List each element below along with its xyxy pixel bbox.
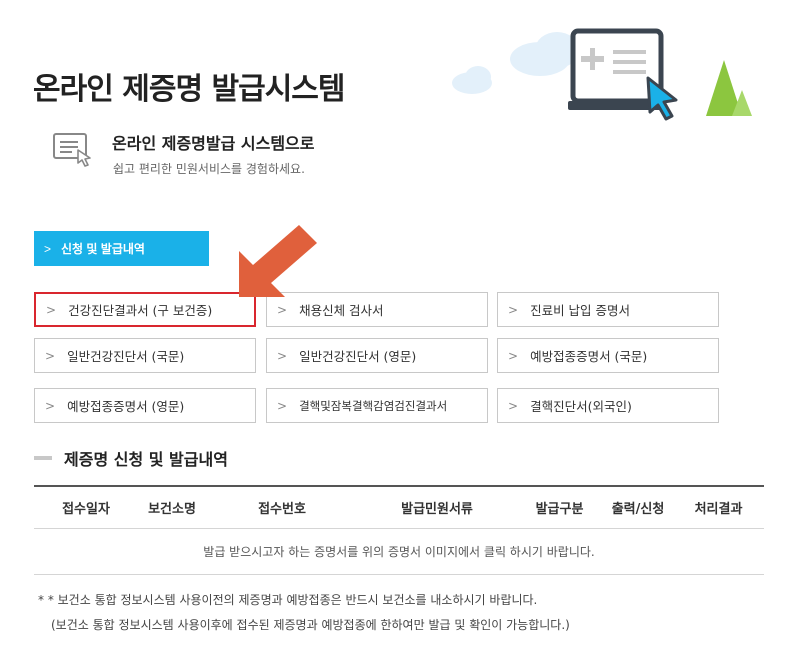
cloud-decoration: [465, 66, 491, 88]
cert-medical-payment-button[interactable]: > 진료비 납입 증명서: [497, 292, 719, 327]
chevron-right-icon: >: [277, 348, 288, 363]
page-title: 온라인 제증명 발급시스템: [33, 72, 345, 107]
table-empty-message: 발급 받으시고자 하는 증명서를 위의 증명서 이미지에서 클릭 하시기 바랍니…: [34, 529, 764, 575]
notice-line-1: * * 보건소 통합 정보시스템 사용이전의 제증명과 예방접종은 반드시 보건…: [38, 593, 538, 607]
chevron-right-icon: >: [45, 348, 56, 363]
hero-illustration: [440, 20, 797, 130]
chevron-right-icon: >: [45, 398, 56, 413]
cert-health-checkup-button[interactable]: > 건강진단결과서 (구 보건증): [34, 292, 256, 327]
annotation-arrow-icon: [239, 225, 317, 297]
column-header: 출력/신청: [611, 502, 665, 517]
cert-general-health-kr-button[interactable]: > 일반건강진단서 (국문): [34, 338, 256, 373]
chevron-right-icon: >: [46, 302, 57, 317]
certificate-monitor-icon: [568, 28, 678, 121]
cert-label: 일반건강진단서 (국문): [67, 349, 185, 364]
cert-label: 예방접종증명서 (국문): [530, 349, 648, 364]
column-header: 접수일자: [62, 502, 110, 517]
column-header: 처리결과: [694, 502, 743, 517]
column-header: 발급구분: [535, 502, 584, 517]
document-cursor-icon: [53, 133, 91, 167]
chevron-right-icon: >: [508, 398, 519, 413]
cert-label: 건강진단결과서 (구 보건증): [68, 303, 213, 318]
notice-line-2: (보건소 통합 정보시스템 사용이후에 접수된 제증명과 예방접종에 한하여만 …: [51, 618, 570, 632]
cert-general-health-en-button[interactable]: > 일반건강진단서 (영문): [266, 338, 488, 373]
cert-label: 진료비 납입 증명서: [530, 303, 631, 318]
history-section-title: 제증명 신청 및 발급내역: [34, 446, 228, 470]
column-header: 접수번호: [258, 502, 306, 517]
cert-label: 결핵및잠복결핵감염검진결과서: [299, 398, 448, 413]
apply-history-button[interactable]: > 신청 및 발급내역: [34, 231, 209, 266]
history-table: 접수일자 보건소명 접수번호 발급민원서류 발급구분 출력/신청 처리결과 발급…: [34, 485, 764, 575]
chevron-right-icon: >: [508, 302, 519, 317]
column-header: 보건소명: [148, 502, 196, 517]
intro-subtitle: 쉽고 편리한 민원서비스를 경험하세요.: [113, 162, 305, 176]
cert-label: 결핵진단서(외국인): [530, 399, 632, 414]
column-header: 발급민원서류: [401, 502, 473, 517]
chevron-right-icon: >: [508, 348, 519, 363]
apply-history-label: 신청 및 발급내역: [61, 242, 145, 256]
intro-title: 온라인 제증명발급 시스템으로: [112, 134, 315, 153]
tree-decoration: [706, 60, 752, 116]
chevron-right-icon: >: [277, 398, 288, 413]
history-title: 제증명 신청 및 발급내역: [64, 450, 228, 469]
section-bar-icon: [34, 456, 52, 460]
cert-vaccination-en-button[interactable]: > 예방접종증명서 (영문): [34, 388, 256, 423]
cert-tb-foreigner-button[interactable]: > 결핵진단서(외국인): [497, 388, 719, 423]
cert-label: 일반건강진단서 (영문): [299, 349, 417, 364]
cert-label: 예방접종증명서 (영문): [67, 399, 185, 414]
table-header-row: 접수일자 보건소명 접수번호 발급민원서류 발급구분 출력/신청 처리결과: [34, 487, 764, 529]
cert-tb-screening-button[interactable]: > 결핵및잠복결핵감염검진결과서: [266, 388, 488, 423]
cert-vaccination-kr-button[interactable]: > 예방접종증명서 (국문): [497, 338, 719, 373]
chevron-right-icon: >: [44, 241, 52, 256]
